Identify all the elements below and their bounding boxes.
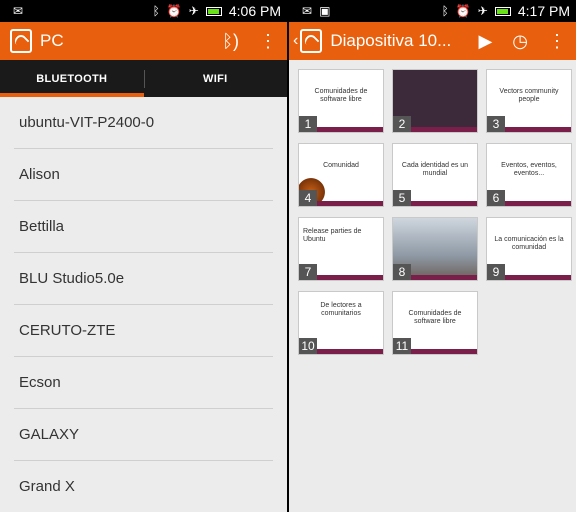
slide-number: 10 bbox=[299, 338, 317, 354]
device-item[interactable]: Grand X bbox=[14, 461, 273, 512]
app-logo-icon bbox=[10, 29, 32, 53]
device-item[interactable]: Ecson bbox=[14, 357, 273, 409]
slide-text: La comunicación es la comunidad bbox=[494, 236, 564, 252]
slide-thumbnail[interactable]: Vectors community people 3 bbox=[486, 69, 572, 133]
overflow-menu-icon[interactable]: ⋮ bbox=[548, 32, 566, 50]
slide-text: Comunidad bbox=[323, 162, 359, 169]
slide-number: 3 bbox=[487, 116, 505, 132]
slide-thumbnail[interactable]: La comunicación es la comunidad 9 bbox=[486, 217, 572, 281]
device-item[interactable]: CERUTO-ZTE bbox=[14, 305, 273, 357]
device-item[interactable]: ubuntu-VIT-P2400-0 bbox=[14, 97, 273, 149]
device-list: ubuntu-VIT-P2400-0 Alison Bettilla BLU S… bbox=[0, 97, 287, 512]
airplane-icon: ✈ bbox=[477, 4, 488, 18]
status-time: 4:17 PM bbox=[517, 3, 570, 19]
slide-text: Comunidades de software libre bbox=[314, 88, 368, 104]
slide-grid: Comunidades de software libre 1 2 Vectors… bbox=[294, 64, 576, 360]
slide-thumbnail[interactable]: Comunidades de software libre 1 bbox=[298, 69, 384, 133]
notification-icon: ✉ bbox=[13, 4, 24, 18]
slide-thumbnail[interactable]: Comunidad 4 bbox=[298, 143, 384, 207]
slide-number: 6 bbox=[487, 190, 505, 206]
slide-text: Release parties de Ubuntu bbox=[303, 228, 362, 244]
airplane-icon: ✈ bbox=[188, 4, 199, 18]
status-bar: ✉ ᛒ ⏰ ✈ 4:06 PM bbox=[0, 0, 287, 22]
bluetooth-status-icon: ᛒ bbox=[441, 4, 449, 18]
slide-text: Vectors community people bbox=[499, 88, 559, 104]
app-bar: ‹ Diapositiva 10... ▶ ◷ ⋮ bbox=[289, 22, 576, 60]
notification-icon: ✉ bbox=[302, 4, 313, 18]
app-logo-icon bbox=[300, 29, 323, 53]
slide-text: Eventos, eventos, eventos... bbox=[501, 162, 557, 178]
device-item[interactable]: Alison bbox=[14, 149, 273, 201]
overflow-menu-icon[interactable]: ⋮ bbox=[259, 32, 277, 50]
slide-thumbnail[interactable]: Comunidades de software libre 11 bbox=[392, 291, 478, 355]
tab-wifi[interactable]: WIFI bbox=[144, 60, 288, 97]
slide-number: 8 bbox=[393, 264, 411, 280]
slide-number: 9 bbox=[487, 264, 505, 280]
device-item[interactable]: BLU Studio5.0e bbox=[14, 253, 273, 305]
bluetooth-connect-icon[interactable]: ᛒ) bbox=[222, 32, 239, 50]
slide-thumbnail[interactable]: Eventos, eventos, eventos... 6 bbox=[486, 143, 572, 207]
slide-thumbnail[interactable]: 2 bbox=[392, 69, 478, 133]
slide-number: 11 bbox=[393, 338, 411, 354]
app-title: Diapositiva 10... bbox=[330, 31, 452, 50]
slide-text: Cada identidad es un mundial bbox=[401, 162, 469, 178]
slide-text: Comunidades de software libre bbox=[408, 310, 462, 326]
status-bar: ✉ ▣ ᛒ ⏰ ✈ 4:17 PM bbox=[289, 0, 576, 22]
back-chevron-icon[interactable]: ‹ bbox=[293, 32, 298, 50]
device-item[interactable]: GALAXY bbox=[14, 409, 273, 461]
slides-screen: ✉ ▣ ᛒ ⏰ ✈ 4:17 PM ‹ Diapositiva 10... ▶ … bbox=[289, 0, 576, 512]
alarm-icon: ⏰ bbox=[455, 4, 471, 18]
slide-thumbnail[interactable]: De lectores a comunitarios 10 bbox=[298, 291, 384, 355]
image-icon: ▣ bbox=[319, 4, 331, 18]
battery-icon bbox=[205, 6, 222, 16]
play-icon[interactable]: ▶ bbox=[478, 32, 492, 50]
bluetooth-screen: ✉ ᛒ ⏰ ✈ 4:06 PM PC ᛒ) ⋮ BLUETOOTH WIFI u… bbox=[0, 0, 287, 512]
connection-tabs: BLUETOOTH WIFI bbox=[0, 60, 287, 97]
slide-thumbnail[interactable]: 8 bbox=[392, 217, 478, 281]
slide-number: 5 bbox=[393, 190, 411, 206]
slide-number: 7 bbox=[299, 264, 317, 280]
status-time: 4:06 PM bbox=[228, 3, 281, 19]
app-bar: PC ᛒ) ⋮ bbox=[0, 22, 287, 60]
slide-thumbnail[interactable]: Release parties de Ubuntu 7 bbox=[298, 217, 384, 281]
slide-thumbnail[interactable]: Cada identidad es un mundial 5 bbox=[392, 143, 478, 207]
app-title: PC bbox=[40, 31, 64, 50]
slide-text: De lectores a comunitarios bbox=[320, 302, 362, 318]
device-item[interactable]: Bettilla bbox=[14, 201, 273, 253]
battery-icon bbox=[494, 6, 511, 16]
bluetooth-status-icon: ᛒ bbox=[152, 4, 160, 18]
slide-number: 1 bbox=[299, 116, 317, 132]
slide-number: 2 bbox=[393, 116, 411, 132]
alarm-icon: ⏰ bbox=[166, 4, 182, 18]
timer-icon[interactable]: ◷ bbox=[512, 32, 528, 50]
slide-number: 4 bbox=[299, 190, 317, 206]
tab-bluetooth[interactable]: BLUETOOTH bbox=[0, 60, 144, 97]
